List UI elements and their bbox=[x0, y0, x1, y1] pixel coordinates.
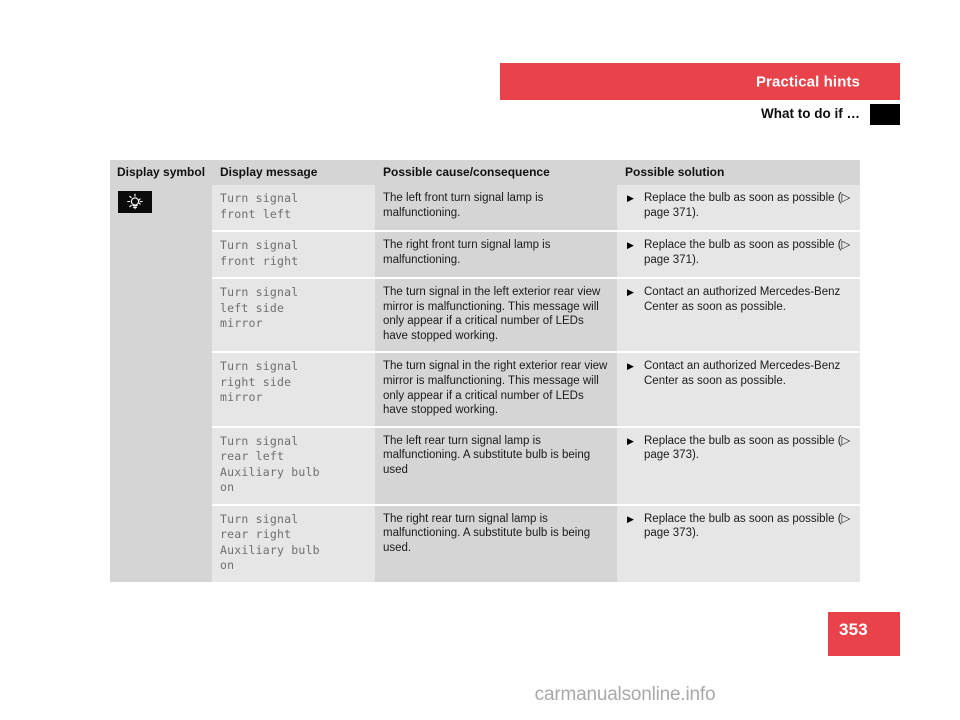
cell-possible-cause: The turn signal in the right exterior re… bbox=[375, 352, 617, 428]
table-row: Turn signal rear right Auxiliary bulb on… bbox=[110, 504, 860, 582]
page-number-badge: 353 bbox=[828, 612, 900, 656]
display-messages-table-wrapper: Display symbol Display message Possible … bbox=[110, 160, 860, 582]
watermark-text: carmanualsonline.info bbox=[534, 684, 716, 705]
chapter-header-band: Practical hints bbox=[500, 63, 900, 100]
table-row: Turn signal rear left Auxiliary bulb on … bbox=[110, 426, 860, 506]
section-title: What to do if … bbox=[761, 106, 860, 121]
table-row: Turn signal right side mirror The turn s… bbox=[110, 352, 860, 428]
table-row: Turn signal front left The left front tu… bbox=[110, 185, 860, 582]
cell-possible-cause: The left rear turn signal lamp is malfun… bbox=[375, 426, 617, 506]
column-header-possible-solution: Possible solution bbox=[617, 160, 860, 185]
symbol-cell bbox=[110, 185, 212, 582]
cell-possible-solution: ▶ Contact an authorized Mercedes-Benz Ce… bbox=[617, 278, 860, 354]
solution-text: Contact an authorized Mercedes-Benz Cent… bbox=[644, 286, 841, 313]
cell-display-message: Turn signal front left bbox=[212, 185, 375, 232]
cell-display-message: Turn signal rear left Auxiliary bulb on bbox=[212, 426, 375, 506]
solution-text: Replace the bulb as soon as possible (▷ … bbox=[644, 192, 851, 219]
cell-possible-solution: ▶ Contact an authorized Mercedes-Benz Ce… bbox=[617, 352, 860, 428]
cell-display-message: Turn signal left side mirror bbox=[212, 278, 375, 354]
bullet-triangle-icon: ▶ bbox=[627, 513, 634, 524]
column-header-display-message: Display message bbox=[212, 160, 375, 185]
column-header-display-symbol: Display symbol bbox=[110, 160, 212, 185]
cell-display-message: Turn signal rear right Auxiliary bulb on bbox=[212, 504, 375, 582]
watermark: carmanualsonline.info bbox=[0, 684, 960, 706]
solution-text: Contact an authorized Mercedes-Benz Cent… bbox=[644, 360, 841, 387]
column-header-possible-cause: Possible cause/consequence bbox=[375, 160, 617, 185]
bullet-triangle-icon: ▶ bbox=[627, 287, 634, 297]
chapter-title: Practical hints bbox=[755, 73, 860, 90]
table-row: Turn signal front right The right front … bbox=[110, 231, 860, 279]
page-number: 353 bbox=[839, 620, 868, 639]
cell-possible-cause: The right front turn signal lamp is malf… bbox=[375, 231, 617, 279]
solution-text: Replace the bulb as soon as possible (▷ … bbox=[644, 512, 851, 540]
cell-possible-solution: ▶ Replace the bulb as soon as possible (… bbox=[617, 185, 860, 232]
cell-possible-cause: The right rear turn signal lamp is malfu… bbox=[375, 504, 617, 582]
cell-display-message: Turn signal front right bbox=[212, 231, 375, 279]
bullet-triangle-icon: ▶ bbox=[627, 240, 634, 250]
chapter-thumb-tab bbox=[870, 104, 900, 125]
cell-possible-solution: ▶ Replace the bulb as soon as possible (… bbox=[617, 504, 860, 582]
table-header-row: Display symbol Display message Possible … bbox=[110, 160, 860, 185]
cell-possible-solution: ▶ Replace the bulb as soon as possible (… bbox=[617, 426, 860, 506]
table-row: Turn signal left side mirror The turn si… bbox=[110, 278, 860, 354]
bullet-triangle-icon: ▶ bbox=[627, 193, 634, 203]
solution-text: Replace the bulb as soon as possible (▷ … bbox=[644, 434, 851, 462]
display-messages-table: Display symbol Display message Possible … bbox=[110, 160, 860, 582]
cell-possible-cause: The left front turn signal lamp is malfu… bbox=[375, 185, 617, 232]
bulb-indicator-icon bbox=[118, 191, 152, 213]
cell-possible-cause: The turn signal in the left exterior rea… bbox=[375, 278, 617, 354]
cell-display-message: Turn signal right side mirror bbox=[212, 352, 375, 428]
bullet-triangle-icon: ▶ bbox=[627, 361, 634, 372]
cell-possible-solution: ▶ Replace the bulb as soon as possible (… bbox=[617, 231, 860, 279]
bullet-triangle-icon: ▶ bbox=[627, 435, 634, 446]
solution-text: Replace the bulb as soon as possible (▷ … bbox=[644, 239, 851, 266]
section-header-row: What to do if … bbox=[500, 104, 900, 126]
